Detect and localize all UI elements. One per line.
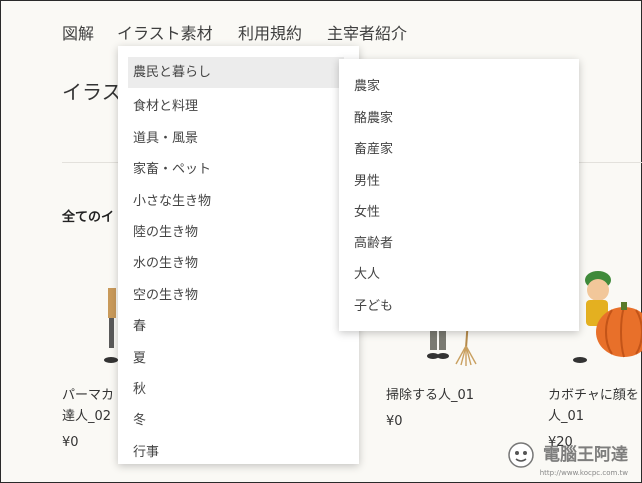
watermark-logo: 電腦王阿達 — [543, 445, 628, 465]
menu-item-farmers-life[interactable]: 農民と暮らし — [128, 57, 344, 88]
subcategory-dropdown: 農家 酪農家 畜産家 男性 女性 高齢者 大人 子ども — [339, 59, 579, 331]
card-title-line2[interactable]: 人_01 — [548, 406, 584, 427]
card-price: ¥0 — [386, 414, 403, 429]
menu-item-summer[interactable]: 夏 — [133, 347, 146, 366]
page-title: イラス — [62, 80, 122, 104]
menu-item-livestock-pets[interactable]: 家畜・ペット — [133, 158, 211, 177]
menu-item-winter[interactable]: 冬 — [133, 409, 146, 428]
submenu-item-livestock-farmer[interactable]: 畜産家 — [354, 138, 393, 157]
menu-item-food[interactable]: 食材と料理 — [133, 95, 198, 114]
card-title[interactable]: 掃除する人_01 — [386, 385, 474, 406]
category-dropdown: 農民と暮らし 食材と料理 道具・風景 家畜・ペット 小さな生き物 陸の生き物 水… — [118, 46, 359, 464]
submenu-item-female[interactable]: 女性 — [354, 201, 380, 220]
submenu-item-dairy-farmer[interactable]: 酪農家 — [354, 107, 393, 126]
menu-item-small-creatures[interactable]: 小さな生き物 — [133, 190, 211, 209]
nav-item-about[interactable]: 主宰者紹介 — [327, 20, 407, 44]
watermark-url: http://www.kocpc.com.tw — [539, 469, 628, 477]
card-title[interactable]: パーマカ — [62, 385, 114, 406]
nav-item-illustration[interactable]: イラスト素材 — [117, 20, 213, 44]
submenu-item-elderly[interactable]: 高齢者 — [354, 232, 393, 251]
card-price: ¥0 — [62, 435, 79, 450]
menu-item-water-creatures[interactable]: 水の生き物 — [133, 252, 198, 271]
submenu-item-child[interactable]: 子ども — [354, 295, 393, 314]
nav-item-terms[interactable]: 利用規約 — [238, 20, 302, 44]
menu-item-tools-scenery[interactable]: 道具・風景 — [133, 127, 198, 146]
nav-item-diagram[interactable]: 図解 — [62, 20, 94, 44]
menu-item-land-creatures[interactable]: 陸の生き物 — [133, 221, 198, 240]
watermark-mascot-icon — [508, 442, 534, 468]
pumpkin-carving-illustration[interactable] — [568, 270, 642, 366]
farmer-illustration[interactable] — [100, 268, 120, 368]
submenu-item-male[interactable]: 男性 — [354, 170, 380, 189]
menu-item-events[interactable]: 行事 — [133, 441, 159, 460]
menu-item-autumn[interactable]: 秋 — [133, 378, 146, 397]
menu-item-sky-creatures[interactable]: 空の生き物 — [133, 284, 198, 303]
submenu-item-farmer[interactable]: 農家 — [354, 75, 380, 94]
menu-item-spring[interactable]: 春 — [133, 315, 146, 334]
card-title-line2[interactable]: 達人_02 — [62, 406, 111, 427]
submenu-item-adult[interactable]: 大人 — [354, 263, 380, 282]
card-title[interactable]: カボチャに顔を — [548, 385, 639, 406]
section-title: 全てのイ — [62, 210, 115, 225]
